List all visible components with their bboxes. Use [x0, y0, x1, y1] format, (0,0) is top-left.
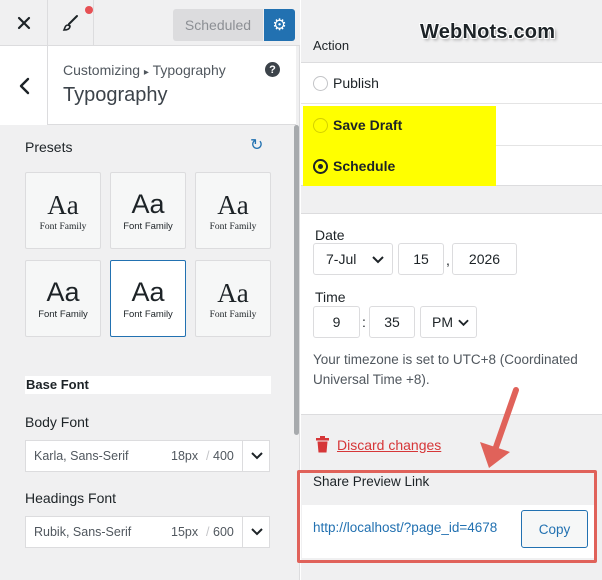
divider: [496, 145, 602, 146]
reset-icon[interactable]: ↻: [250, 135, 263, 155]
chevron-left-icon: [19, 77, 29, 94]
date-comma: ,: [446, 252, 450, 268]
preset-caption: Font Family: [123, 309, 173, 320]
preset-sample: Aa: [131, 277, 165, 307]
preset-caption: Font Family: [38, 309, 88, 320]
breadcrumb-root: Customizing: [63, 62, 141, 78]
meridiem-value: PM: [432, 314, 453, 330]
time-label: Time: [315, 289, 346, 305]
publish-settings-button[interactable]: ⚙: [264, 9, 295, 41]
preset-card[interactable]: Aa Font Family: [195, 172, 271, 249]
annotation-frame: [297, 470, 597, 563]
preset-caption: Font Family: [209, 309, 257, 320]
page-title: Typography: [63, 84, 168, 106]
year-input[interactable]: 2026: [452, 243, 517, 275]
timezone-notice: Your timezone is set to UTC+8 (Coordinat…: [313, 352, 578, 387]
preset-sample: Aa: [131, 189, 165, 219]
publish-option-label: Publish: [333, 75, 379, 91]
base-font-heading: Base Font: [25, 376, 271, 394]
schedule-radio[interactable]: [313, 159, 328, 174]
preset-sample: Aa: [47, 189, 79, 220]
save-draft-option-label: Save Draft: [333, 117, 403, 133]
chevron-down-icon: [372, 256, 384, 264]
body-font-weight: 400: [213, 449, 234, 463]
minute-input[interactable]: 35: [369, 306, 415, 338]
chevron-down-icon[interactable]: [242, 517, 270, 547]
gear-icon: ⚙: [272, 17, 287, 34]
discard-changes-label: Discard changes: [337, 436, 442, 453]
preset-card-selected[interactable]: Aa Font Family: [110, 260, 186, 337]
preset-card[interactable]: Aa Font Family: [195, 260, 271, 337]
meridiem-select[interactable]: PM: [420, 306, 477, 338]
presets-label: Presets: [25, 139, 73, 155]
watermark-logo: WebNots.com: [420, 21, 556, 43]
sidebar-scrollbar[interactable]: [294, 125, 299, 435]
schedule-option-label: Schedule: [333, 158, 396, 174]
paintbrush-icon: [62, 15, 78, 31]
preset-card[interactable]: Aa Font Family: [25, 260, 101, 337]
preset-caption: Font Family: [39, 221, 87, 232]
body-font-separator: /: [206, 449, 210, 463]
headings-font-separator: /: [206, 525, 210, 539]
hour-input[interactable]: 9: [313, 306, 360, 338]
breadcrumb-current: Typography: [152, 62, 226, 78]
headings-font-label: Headings Font: [25, 490, 117, 506]
preset-sample: Aa: [217, 189, 249, 220]
month-value: 7-Jul: [326, 251, 357, 267]
annotation-arrow-icon: [480, 387, 519, 468]
preset-caption: Font Family: [209, 221, 257, 232]
preset-sample: Aa: [217, 277, 249, 308]
notification-dot: [85, 6, 93, 14]
breadcrumb: Customizing ▸ Typography: [63, 62, 226, 78]
help-icon[interactable]: ?: [265, 62, 280, 77]
trash-icon: [316, 436, 329, 453]
save-draft-radio[interactable]: [313, 118, 328, 133]
day-input[interactable]: 15: [398, 243, 444, 275]
chevron-down-icon[interactable]: [242, 441, 270, 471]
discard-changes-link[interactable]: Discard changes: [315, 436, 441, 453]
date-label: Date: [315, 227, 345, 243]
headings-font-weight: 600: [213, 525, 234, 539]
preset-card[interactable]: Aa Font Family: [25, 172, 101, 249]
back-button[interactable]: [0, 46, 48, 125]
headings-font-family: Rubik, Sans-Serif: [34, 525, 132, 539]
close-customizer-button[interactable]: [0, 0, 48, 46]
close-icon: [17, 16, 30, 30]
publish-radio[interactable]: [313, 76, 328, 91]
preset-sample: Aa: [46, 277, 80, 307]
divider: [301, 103, 602, 104]
time-colon: :: [362, 314, 366, 330]
preset-caption: Font Family: [123, 221, 173, 232]
body-font-select[interactable]: Karla, Sans-Serif 18px / 400: [25, 440, 270, 472]
headings-font-size: 15px: [171, 525, 199, 539]
body-font-family: Karla, Sans-Serif: [34, 449, 129, 463]
body-font-label: Body Font: [25, 414, 89, 430]
breadcrumb-separator: ▸: [143, 67, 149, 78]
scheduled-button[interactable]: Scheduled: [173, 9, 263, 41]
chevron-down-icon: [458, 319, 469, 327]
preset-card[interactable]: Aa Font Family: [110, 172, 186, 249]
month-select[interactable]: 7-Jul: [313, 243, 393, 275]
headings-font-select[interactable]: Rubik, Sans-Serif 15px / 600: [25, 516, 270, 548]
body-font-size: 18px: [171, 449, 199, 463]
action-label: Action: [313, 38, 350, 53]
